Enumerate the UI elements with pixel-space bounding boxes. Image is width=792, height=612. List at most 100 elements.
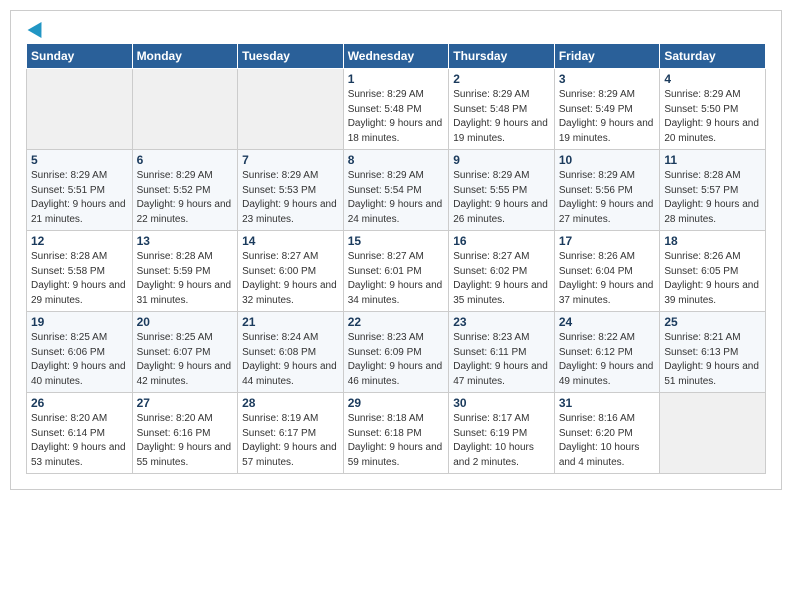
- day-info: Sunrise: 8:18 AMSunset: 6:18 PMDaylight:…: [348, 412, 445, 470]
- day-info: Sunrise: 8:29 AMSunset: 5:51 PMDaylight:…: [31, 169, 128, 227]
- page-container: SundayMondayTuesdayWednesdayThursdayFrid…: [10, 10, 782, 490]
- day-number: 27: [137, 396, 234, 410]
- calendar-cell: [27, 69, 133, 150]
- day-info: Sunrise: 8:17 AMSunset: 6:19 PMDaylight:…: [453, 412, 550, 470]
- day-number: 25: [664, 315, 761, 329]
- calendar-cell: 16 Sunrise: 8:27 AMSunset: 6:02 PMDayligh…: [449, 231, 555, 312]
- weekday-header-row: SundayMondayTuesdayWednesdayThursdayFrid…: [27, 44, 766, 69]
- day-info: Sunrise: 8:28 AMSunset: 5:58 PMDaylight:…: [31, 250, 128, 308]
- calendar-cell: 4 Sunrise: 8:29 AMSunset: 5:50 PMDaylight…: [660, 69, 766, 150]
- calendar-cell: [132, 69, 238, 150]
- day-number: 8: [348, 153, 445, 167]
- calendar-cell: 29 Sunrise: 8:18 AMSunset: 6:18 PMDayligh…: [343, 393, 449, 474]
- day-info: Sunrise: 8:29 AMSunset: 5:52 PMDaylight:…: [137, 169, 234, 227]
- day-number: 29: [348, 396, 445, 410]
- calendar-cell: 27 Sunrise: 8:20 AMSunset: 6:16 PMDayligh…: [132, 393, 238, 474]
- calendar-cell: 14 Sunrise: 8:27 AMSunset: 6:00 PMDayligh…: [238, 231, 344, 312]
- day-number: 30: [453, 396, 550, 410]
- day-info: Sunrise: 8:29 AMSunset: 5:56 PMDaylight:…: [559, 169, 656, 227]
- day-number: 28: [242, 396, 339, 410]
- day-number: 6: [137, 153, 234, 167]
- day-info: Sunrise: 8:27 AMSunset: 6:01 PMDaylight:…: [348, 250, 445, 308]
- day-info: Sunrise: 8:23 AMSunset: 6:09 PMDaylight:…: [348, 331, 445, 389]
- calendar-cell: 6 Sunrise: 8:29 AMSunset: 5:52 PMDaylight…: [132, 150, 238, 231]
- calendar-cell: [660, 393, 766, 474]
- day-number: 12: [31, 234, 128, 248]
- day-number: 21: [242, 315, 339, 329]
- day-number: 31: [559, 396, 656, 410]
- day-info: Sunrise: 8:26 AMSunset: 6:04 PMDaylight:…: [559, 250, 656, 308]
- day-number: 16: [453, 234, 550, 248]
- day-info: Sunrise: 8:22 AMSunset: 6:12 PMDaylight:…: [559, 331, 656, 389]
- calendar-cell: 26 Sunrise: 8:20 AMSunset: 6:14 PMDayligh…: [27, 393, 133, 474]
- calendar-cell: 12 Sunrise: 8:28 AMSunset: 5:58 PMDayligh…: [27, 231, 133, 312]
- calendar-cell: 8 Sunrise: 8:29 AMSunset: 5:54 PMDaylight…: [343, 150, 449, 231]
- day-info: Sunrise: 8:29 AMSunset: 5:55 PMDaylight:…: [453, 169, 550, 227]
- weekday-header-wednesday: Wednesday: [343, 44, 449, 69]
- calendar-cell: 30 Sunrise: 8:17 AMSunset: 6:19 PMDayligh…: [449, 393, 555, 474]
- day-number: 14: [242, 234, 339, 248]
- calendar-cell: 21 Sunrise: 8:24 AMSunset: 6:08 PMDayligh…: [238, 312, 344, 393]
- day-info: Sunrise: 8:19 AMSunset: 6:17 PMDaylight:…: [242, 412, 339, 470]
- calendar-cell: 10 Sunrise: 8:29 AMSunset: 5:56 PMDayligh…: [554, 150, 660, 231]
- day-number: 4: [664, 72, 761, 86]
- day-info: Sunrise: 8:25 AMSunset: 6:06 PMDaylight:…: [31, 331, 128, 389]
- day-number: 15: [348, 234, 445, 248]
- calendar-cell: 23Sunrise: 8:23 AMSunset: 6:11 PMDayligh…: [449, 312, 555, 393]
- calendar-cell: 2Sunrise: 8:29 AMSunset: 5:48 PMDaylight…: [449, 69, 555, 150]
- day-info: Sunrise: 8:24 AMSunset: 6:08 PMDaylight:…: [242, 331, 339, 389]
- day-number: 5: [31, 153, 128, 167]
- day-info: Sunrise: 8:27 AMSunset: 6:02 PMDaylight:…: [453, 250, 550, 308]
- day-info: Sunrise: 8:29 AMSunset: 5:54 PMDaylight:…: [348, 169, 445, 227]
- day-info: Sunrise: 8:28 AMSunset: 5:57 PMDaylight:…: [664, 169, 761, 227]
- calendar-cell: 20Sunrise: 8:25 AMSunset: 6:07 PMDayligh…: [132, 312, 238, 393]
- calendar-cell: 17 Sunrise: 8:26 AMSunset: 6:04 PMDayligh…: [554, 231, 660, 312]
- day-info: Sunrise: 8:29 AMSunset: 5:49 PMDaylight:…: [559, 88, 656, 146]
- day-number: 23: [453, 315, 550, 329]
- day-number: 9: [453, 153, 550, 167]
- day-info: Sunrise: 8:20 AMSunset: 6:16 PMDaylight:…: [137, 412, 234, 470]
- day-number: 17: [559, 234, 656, 248]
- calendar-cell: 15 Sunrise: 8:27 AMSunset: 6:01 PMDayligh…: [343, 231, 449, 312]
- calendar-header: SundayMondayTuesdayWednesdayThursdayFrid…: [27, 44, 766, 69]
- weekday-header-friday: Friday: [554, 44, 660, 69]
- day-number: 3: [559, 72, 656, 86]
- calendar-week-3: 12 Sunrise: 8:28 AMSunset: 5:58 PMDayligh…: [27, 231, 766, 312]
- day-info: Sunrise: 8:20 AMSunset: 6:14 PMDaylight:…: [31, 412, 128, 470]
- day-info: Sunrise: 8:28 AMSunset: 5:59 PMDaylight:…: [137, 250, 234, 308]
- calendar-cell: 25 Sunrise: 8:21 AMSunset: 6:13 PMDayligh…: [660, 312, 766, 393]
- day-info: Sunrise: 8:29 AMSunset: 5:50 PMDaylight:…: [664, 88, 761, 146]
- day-info: Sunrise: 8:26 AMSunset: 6:05 PMDaylight:…: [664, 250, 761, 308]
- calendar-table: SundayMondayTuesdayWednesdayThursdayFrid…: [26, 43, 766, 474]
- calendar-cell: 24Sunrise: 8:22 AMSunset: 6:12 PMDayligh…: [554, 312, 660, 393]
- calendar-cell: [238, 69, 344, 150]
- weekday-header-monday: Monday: [132, 44, 238, 69]
- day-number: 26: [31, 396, 128, 410]
- calendar-cell: 5 Sunrise: 8:29 AMSunset: 5:51 PMDaylight…: [27, 150, 133, 231]
- weekday-header-sunday: Sunday: [27, 44, 133, 69]
- logo: [26, 21, 46, 35]
- day-number: 18: [664, 234, 761, 248]
- day-info: Sunrise: 8:27 AMSunset: 6:00 PMDaylight:…: [242, 250, 339, 308]
- day-number: 2: [453, 72, 550, 86]
- calendar-cell: 19Sunrise: 8:25 AMSunset: 6:06 PMDayligh…: [27, 312, 133, 393]
- day-info: Sunrise: 8:21 AMSunset: 6:13 PMDaylight:…: [664, 331, 761, 389]
- calendar-week-5: 26 Sunrise: 8:20 AMSunset: 6:14 PMDayligh…: [27, 393, 766, 474]
- day-number: 13: [137, 234, 234, 248]
- calendar-cell: 18 Sunrise: 8:26 AMSunset: 6:05 PMDayligh…: [660, 231, 766, 312]
- calendar-cell: 7 Sunrise: 8:29 AMSunset: 5:53 PMDaylight…: [238, 150, 344, 231]
- day-number: 11: [664, 153, 761, 167]
- calendar-cell: 11 Sunrise: 8:28 AMSunset: 5:57 PMDayligh…: [660, 150, 766, 231]
- weekday-header-tuesday: Tuesday: [238, 44, 344, 69]
- day-number: 1: [348, 72, 445, 86]
- calendar-week-4: 19Sunrise: 8:25 AMSunset: 6:06 PMDayligh…: [27, 312, 766, 393]
- day-number: 10: [559, 153, 656, 167]
- day-info: Sunrise: 8:25 AMSunset: 6:07 PMDaylight:…: [137, 331, 234, 389]
- day-info: Sunrise: 8:29 AMSunset: 5:48 PMDaylight:…: [348, 88, 445, 146]
- day-info: Sunrise: 8:29 AMSunset: 5:53 PMDaylight:…: [242, 169, 339, 227]
- logo-triangle-icon: [28, 18, 49, 38]
- day-number: 7: [242, 153, 339, 167]
- calendar-week-1: 1 Sunrise: 8:29 AMSunset: 5:48 PMDaylight…: [27, 69, 766, 150]
- day-info: Sunrise: 8:16 AMSunset: 6:20 PMDaylight:…: [559, 412, 656, 470]
- calendar-cell: 3 Sunrise: 8:29 AMSunset: 5:49 PMDaylight…: [554, 69, 660, 150]
